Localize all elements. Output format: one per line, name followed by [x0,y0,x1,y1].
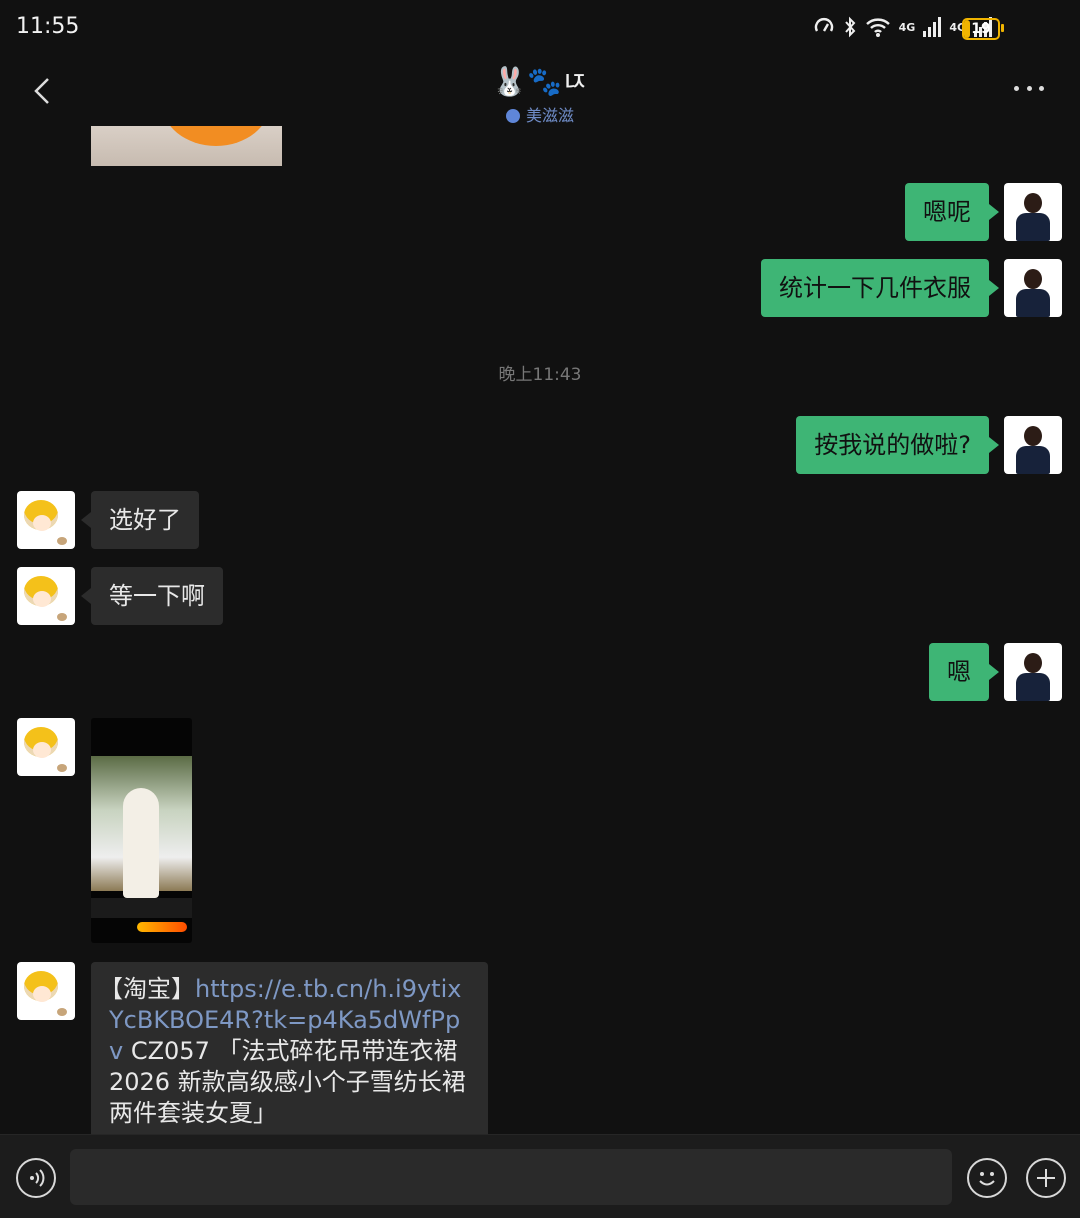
chat-header: 🐰🐾ㄵ 美滋滋 [0,56,1080,130]
wifi-icon [865,18,890,37]
message-bubble-sent[interactable]: 嗯呢 [905,183,999,241]
battery-icon: 19 [962,18,1000,40]
plus-icon [1037,1169,1055,1187]
signal-icon [923,17,942,37]
avatar[interactable] [1004,416,1062,474]
chat-subtitle: 美滋滋 [0,102,1080,126]
emoji-icon [979,1172,995,1186]
chat-title: 🐰🐾ㄵ [492,65,588,98]
status-emoji-icon [505,109,520,123]
message-bubble-link[interactable]: 【淘宝】https://e.tb.cn/h.i9ytixYcBKBOE4R?tk… [91,962,488,1152]
emoji-button[interactable] [967,1158,1007,1198]
chat-subtitle-text: 美滋滋 [525,106,574,125]
avatar[interactable] [17,962,75,1020]
image-message[interactable] [91,126,282,166]
message-bubble-sent[interactable]: 按我说的做啦? [796,416,999,474]
input-bar [0,1134,1080,1218]
message-timestamp: 晚上11:43 [498,365,582,385]
link-text: CZ057 「法式碎花吊带连衣裙 2026 新款高级感小个子雪纺长裙两件套装女夏… [109,1037,466,1127]
image-message[interactable] [91,718,192,943]
avatar[interactable] [1004,259,1062,317]
voice-icon [30,1169,45,1187]
status-bar: 11:55 4G 4G 19 [0,0,1080,56]
message-bubble-sent[interactable]: 嗯 [929,643,999,701]
avatar[interactable] [1004,643,1062,701]
avatar[interactable] [17,567,75,625]
battery-level: 19 [971,21,991,37]
more-button[interactable] [1014,82,1044,94]
speed-icon [814,18,833,32]
message-bubble-received[interactable]: 等一下啊 [81,567,223,625]
avatar[interactable] [17,718,75,776]
avatar[interactable] [1004,183,1062,241]
bluetooth-icon [844,16,855,38]
plus-button[interactable] [1026,1158,1066,1198]
voice-button[interactable] [16,1158,56,1198]
status-time: 11:55 [16,14,80,39]
message-input[interactable] [70,1149,952,1205]
message-bubble-sent[interactable]: 统计一下几件衣服 [761,259,999,317]
link-prefix: 【淘宝】 [99,975,195,1003]
message-bubble-received[interactable]: 选好了 [81,491,199,549]
avatar[interactable] [17,491,75,549]
network-4g-icon: 4G [898,20,916,34]
